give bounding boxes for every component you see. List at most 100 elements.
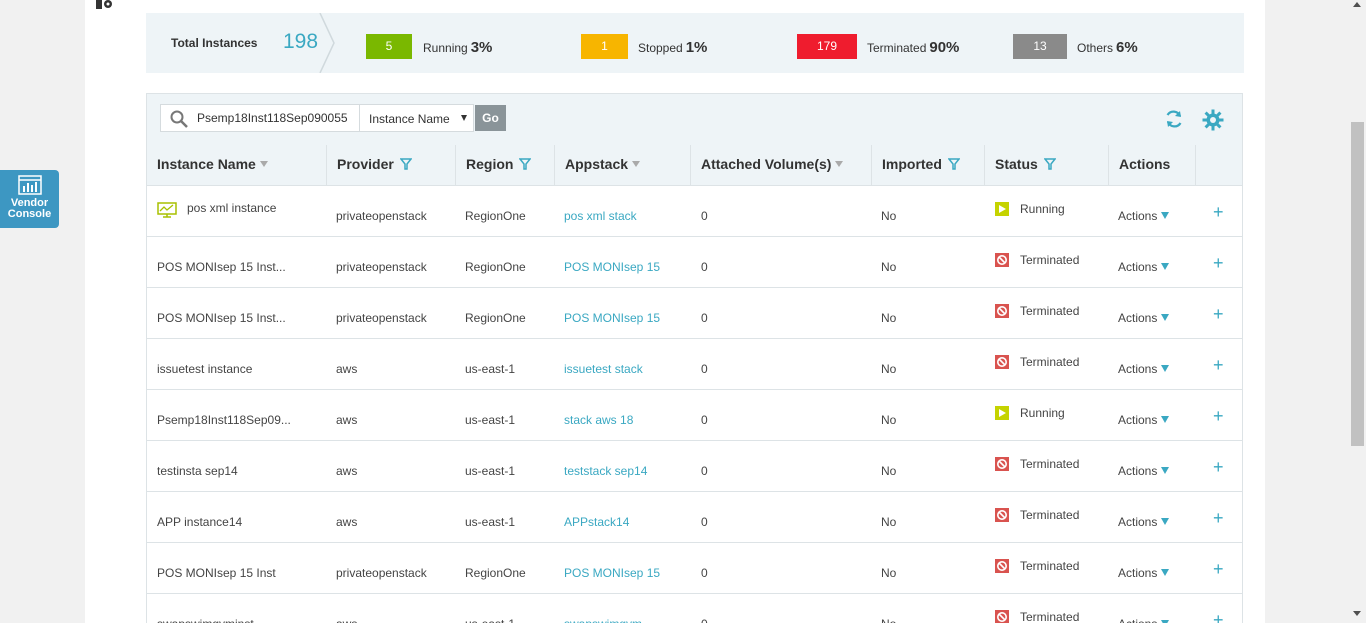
scroll-up-arrow-icon[interactable] xyxy=(1353,2,1361,7)
table-row[interactable]: APP instance14 aws us-east-1 APPstack14 0 No T… xyxy=(147,492,1242,543)
actions-dropdown[interactable]: Actions xyxy=(1118,617,1170,623)
provider-cell: privateopenstack xyxy=(336,260,427,274)
instance-name-cell[interactable]: Psemp18Inst118Sep09... xyxy=(157,413,291,427)
search-box xyxy=(160,104,360,132)
appstack-link[interactable]: swapswimgym xyxy=(564,617,642,623)
expand-plus-icon[interactable]: + xyxy=(1213,355,1224,376)
caret-down-icon xyxy=(1161,416,1170,423)
filter-icon[interactable] xyxy=(1043,158,1056,170)
table-row[interactable]: testinsta sep14 aws us-east-1 teststack sep… xyxy=(147,441,1242,492)
imported-cell: No xyxy=(881,260,897,274)
go-button[interactable]: Go xyxy=(475,105,506,131)
table-row[interactable]: pos xml instance privateopenstack RegionOn… xyxy=(147,186,1242,237)
actions-label: Actions xyxy=(1118,311,1158,325)
appstack-link[interactable]: POS MONIsep 15 xyxy=(564,311,660,325)
running-percent: 3% xyxy=(470,39,493,56)
appstack-link[interactable]: pos xml stack xyxy=(564,209,637,223)
scroll-down-arrow-icon[interactable] xyxy=(1353,611,1361,616)
actions-dropdown[interactable]: Actions xyxy=(1118,260,1170,274)
table-row[interactable]: Psemp18Inst118Sep09... aws us-east-1 stack … xyxy=(147,390,1242,441)
actions-dropdown[interactable]: Actions xyxy=(1118,515,1170,529)
actions-dropdown[interactable]: Actions xyxy=(1118,311,1170,325)
gear-settings-icon[interactable] xyxy=(96,0,114,10)
actions-dropdown[interactable]: Actions xyxy=(1118,566,1170,580)
expand-plus-icon[interactable]: + xyxy=(1213,406,1224,427)
expand-plus-icon[interactable]: + xyxy=(1213,610,1224,623)
stopped-count-badge[interactable]: 1 xyxy=(581,34,628,59)
col-provider-label: Provider xyxy=(337,156,394,172)
instance-name-cell[interactable]: POS MONIsep 15 Inst... xyxy=(157,311,286,325)
actions-dropdown[interactable]: Actions xyxy=(1118,413,1170,427)
actions-dropdown[interactable]: Actions xyxy=(1118,209,1170,223)
col-volumes[interactable]: Attached Volume(s) xyxy=(691,145,872,186)
instance-name-cell[interactable]: swapswimgyminst xyxy=(157,617,254,623)
col-status[interactable]: Status xyxy=(985,145,1109,186)
search-field-select[interactable]: Instance Name xyxy=(359,104,474,132)
col-expand xyxy=(1196,145,1242,186)
filter-icon[interactable] xyxy=(519,158,532,170)
left-rail xyxy=(85,0,125,623)
instance-name-cell[interactable]: APP instance14 xyxy=(157,515,242,529)
others-label: Others xyxy=(1077,41,1114,55)
expand-plus-icon[interactable]: + xyxy=(1213,457,1224,478)
col-imported[interactable]: Imported xyxy=(872,145,985,186)
terminated-status-icon xyxy=(995,355,1009,369)
refresh-icon[interactable] xyxy=(1164,109,1184,129)
actions-label: Actions xyxy=(1118,566,1158,580)
table-row[interactable]: swapswimgyminst aws us-east-1 swapswimgym 0 N… xyxy=(147,594,1242,623)
terminated-status-icon xyxy=(995,610,1009,623)
instance-name-cell[interactable]: pos xml instance xyxy=(187,201,276,215)
col-instance-name[interactable]: Instance Name xyxy=(147,145,327,186)
appstack-link[interactable]: POS MONIsep 15 xyxy=(564,260,660,274)
appstack-link[interactable]: POS MONIsep 15 xyxy=(564,566,660,580)
instance-name-cell[interactable]: POS MONIsep 15 Inst... xyxy=(157,260,286,274)
actions-label: Actions xyxy=(1118,413,1158,427)
col-region[interactable]: Region xyxy=(456,145,555,186)
gear-icon[interactable] xyxy=(1202,109,1224,131)
volumes-cell: 0 xyxy=(701,464,708,478)
terminated-count-badge[interactable]: 179 xyxy=(797,34,857,59)
actions-label: Actions xyxy=(1118,209,1158,223)
terminated-status-icon xyxy=(995,253,1009,267)
col-provider[interactable]: Provider xyxy=(327,145,456,186)
table-row[interactable]: POS MONIsep 15 Inst... privateopenstack Re… xyxy=(147,237,1242,288)
table-row[interactable]: POS MONIsep 15 Inst privateopenstack Regio… xyxy=(147,543,1242,594)
instance-name-cell[interactable]: testinsta sep14 xyxy=(157,464,238,478)
appstack-link[interactable]: APPstack14 xyxy=(564,515,629,529)
search-input[interactable] xyxy=(197,109,357,127)
volumes-cell: 0 xyxy=(701,566,708,580)
scroll-thumb[interactable] xyxy=(1351,122,1364,446)
status-text: Terminated xyxy=(1020,508,1080,522)
running-count-badge[interactable]: 5 xyxy=(366,34,412,59)
expand-plus-icon[interactable]: + xyxy=(1213,508,1224,529)
expand-plus-icon[interactable]: + xyxy=(1213,202,1224,223)
provider-cell: aws xyxy=(336,464,358,478)
sort-icon xyxy=(835,161,844,167)
instance-name-cell[interactable]: issuetest instance xyxy=(157,362,252,376)
others-summary: Others 6% xyxy=(1077,39,1138,56)
imported-cell: No xyxy=(881,413,897,427)
expand-plus-icon[interactable]: + xyxy=(1213,253,1224,274)
appstack-link[interactable]: issuetest stack xyxy=(564,362,643,376)
others-count-badge[interactable]: 13 xyxy=(1013,34,1067,59)
page-scrollbar[interactable] xyxy=(1349,0,1366,623)
actions-dropdown[interactable]: Actions xyxy=(1118,464,1170,478)
provider-cell: aws xyxy=(336,515,358,529)
caret-down-icon xyxy=(1161,467,1170,474)
filter-icon[interactable] xyxy=(399,158,412,170)
table-row[interactable]: issuetest instance aws us-east-1 issuetest … xyxy=(147,339,1242,390)
instance-name-cell[interactable]: POS MONIsep 15 Inst xyxy=(157,566,276,580)
caret-down-icon xyxy=(1161,569,1170,576)
status-text: Terminated xyxy=(1020,559,1080,573)
vendor-console-button[interactable]: Vendor Console xyxy=(0,170,59,228)
caret-down-icon xyxy=(461,115,467,121)
table-row[interactable]: POS MONIsep 15 Inst... privateopenstack Re… xyxy=(147,288,1242,339)
actions-dropdown[interactable]: Actions xyxy=(1118,362,1170,376)
appstack-link[interactable]: teststack sep14 xyxy=(564,464,647,478)
col-appstack[interactable]: Appstack xyxy=(555,145,691,186)
expand-plus-icon[interactable]: + xyxy=(1213,559,1224,580)
status-text: Terminated xyxy=(1020,610,1080,623)
expand-plus-icon[interactable]: + xyxy=(1213,304,1224,325)
filter-icon[interactable] xyxy=(947,158,960,170)
appstack-link[interactable]: stack aws 18 xyxy=(564,413,633,427)
